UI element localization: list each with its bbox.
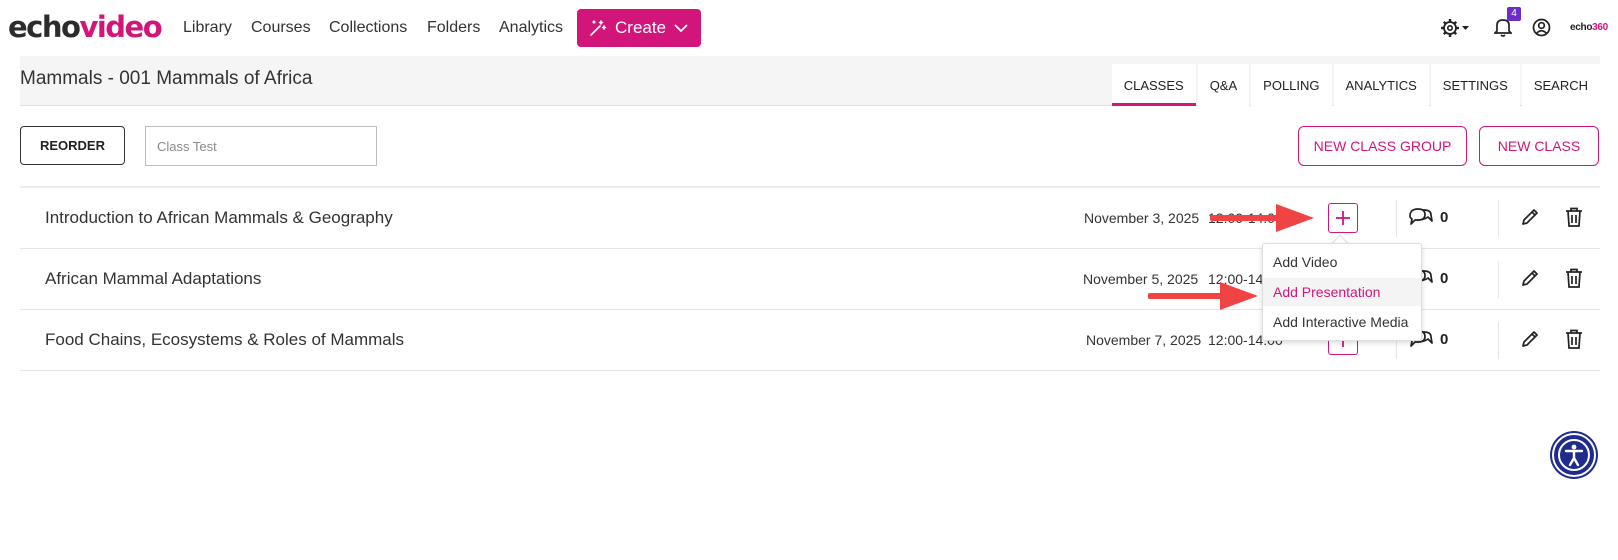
class-row: Introduction to African Mammals & Geogra… bbox=[20, 188, 1600, 249]
tab-qa[interactable]: Q&A bbox=[1197, 64, 1250, 106]
trash-icon bbox=[1566, 268, 1582, 288]
create-button[interactable]: Create bbox=[577, 9, 701, 47]
pencil-icon bbox=[1522, 331, 1538, 347]
nav-library[interactable]: Library bbox=[183, 18, 232, 38]
logo-video: video bbox=[79, 10, 162, 44]
class-title[interactable]: African Mammal Adaptations bbox=[45, 269, 261, 289]
class-title[interactable]: Food Chains, Ecosystems & Roles of Mamma… bbox=[45, 330, 404, 350]
menu-add-interactive-media[interactable]: Add Interactive Media bbox=[1263, 308, 1421, 336]
comments-button[interactable]: 0 bbox=[1408, 206, 1448, 228]
accessibility-button[interactable] bbox=[1552, 433, 1596, 477]
tab-classes[interactable]: CLASSES bbox=[1111, 64, 1196, 106]
echo360-brand[interactable]: echo360 bbox=[1570, 22, 1608, 33]
nav-collections[interactable]: Collections bbox=[329, 18, 407, 38]
settings-menu[interactable] bbox=[1440, 17, 1470, 44]
tab-analytics[interactable]: ANALYTICS bbox=[1333, 64, 1429, 106]
comment-count: 0 bbox=[1440, 330, 1449, 348]
add-media-menu: Add Video Add Presentation Add Interacti… bbox=[1262, 243, 1422, 341]
delete-class-button[interactable] bbox=[1565, 329, 1583, 354]
comments-icon bbox=[1409, 208, 1433, 225]
brand-echo: echo bbox=[1570, 22, 1593, 33]
trash-icon bbox=[1566, 207, 1582, 227]
tab-settings[interactable]: SETTINGS bbox=[1430, 64, 1520, 106]
edit-class-button[interactable] bbox=[1520, 329, 1540, 354]
edit-class-button[interactable] bbox=[1520, 207, 1540, 232]
gear-icon bbox=[1441, 19, 1469, 37]
nav-folders[interactable]: Folders bbox=[427, 18, 480, 38]
annotation-arrow bbox=[1148, 282, 1258, 310]
edit-class-button[interactable] bbox=[1520, 268, 1540, 293]
echovideo-logo[interactable]: echovideo bbox=[8, 8, 163, 46]
plus-icon bbox=[1336, 211, 1350, 225]
add-media-button[interactable] bbox=[1328, 203, 1358, 233]
column-divider bbox=[1396, 200, 1397, 237]
class-title[interactable]: Introduction to African Mammals & Geogra… bbox=[45, 208, 393, 228]
pencil-icon bbox=[1522, 270, 1538, 286]
annotation-arrow bbox=[1210, 204, 1314, 232]
logo-echo: echo bbox=[8, 10, 81, 44]
tab-polling[interactable]: POLLING bbox=[1251, 64, 1332, 106]
class-date: November 7, 2025 bbox=[1086, 332, 1202, 348]
chevron-down-icon bbox=[674, 24, 688, 33]
notification-badge: 4 bbox=[1507, 7, 1521, 21]
comment-count: 0 bbox=[1440, 269, 1449, 287]
course-tabs: CLASSES Q&A POLLING ANALYTICS SETTINGS S… bbox=[1110, 64, 1600, 106]
magic-wand-icon bbox=[590, 20, 607, 36]
column-divider bbox=[1498, 322, 1499, 359]
trash-icon bbox=[1566, 329, 1582, 349]
course-title: Mammals - 001 Mammals of Africa bbox=[20, 68, 313, 89]
create-label: Create bbox=[615, 18, 667, 37]
delete-class-button[interactable] bbox=[1565, 207, 1583, 232]
class-search-input[interactable] bbox=[145, 126, 377, 166]
reorder-button[interactable]: REORDER bbox=[20, 126, 125, 165]
user-icon bbox=[1532, 18, 1551, 37]
course-header: Mammals - 001 Mammals of Africa CLASSES … bbox=[20, 56, 1600, 106]
menu-add-presentation[interactable]: Add Presentation bbox=[1263, 278, 1421, 306]
user-menu[interactable] bbox=[1532, 18, 1551, 42]
top-navigation: echovideo Library Courses Collections Fo… bbox=[0, 0, 1618, 56]
tab-search[interactable]: SEARCH bbox=[1521, 64, 1600, 106]
new-class-group-button[interactable]: NEW CLASS GROUP bbox=[1298, 126, 1467, 166]
nav-analytics[interactable]: Analytics bbox=[499, 18, 563, 38]
new-class-button[interactable]: NEW CLASS bbox=[1479, 126, 1599, 166]
pencil-icon bbox=[1522, 209, 1538, 225]
brand-360: 360 bbox=[1592, 22, 1608, 33]
comment-count: 0 bbox=[1440, 208, 1449, 226]
class-date: November 3, 2025 bbox=[1084, 210, 1200, 226]
accessibility-icon bbox=[1558, 439, 1590, 471]
delete-class-button[interactable] bbox=[1565, 268, 1583, 293]
column-divider bbox=[1498, 200, 1499, 237]
nav-courses[interactable]: Courses bbox=[251, 18, 311, 38]
column-divider bbox=[1498, 261, 1499, 298]
menu-add-video[interactable]: Add Video bbox=[1263, 248, 1421, 276]
